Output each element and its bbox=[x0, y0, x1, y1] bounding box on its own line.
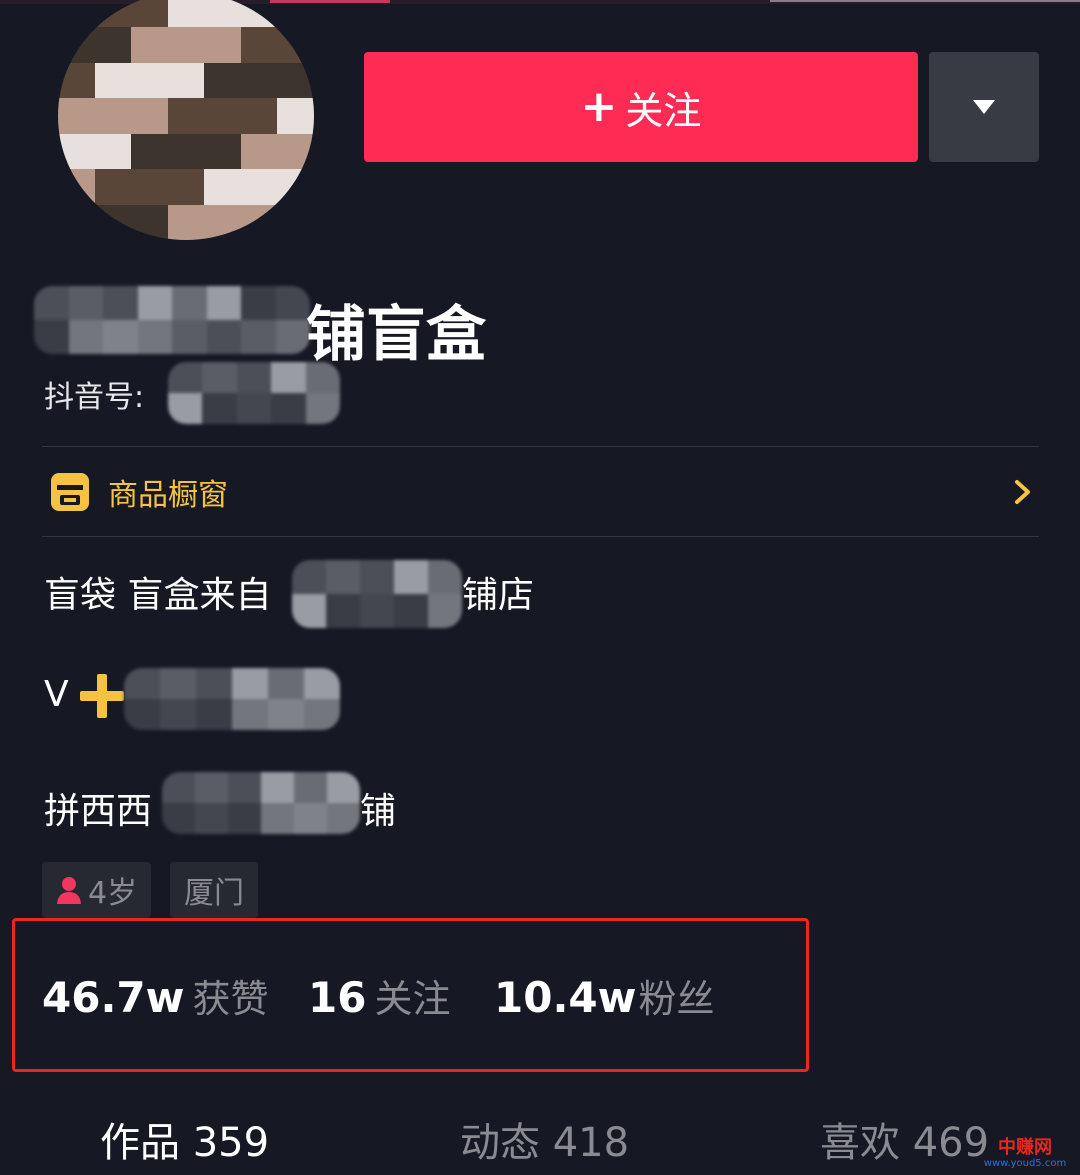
female-person-icon bbox=[57, 877, 81, 904]
follow-button-label: 关注 bbox=[625, 88, 702, 133]
city-tag: 厦门 bbox=[170, 862, 258, 918]
watermark-title: 中赚网 bbox=[998, 1137, 1052, 1158]
age-tag-label: 4岁 bbox=[88, 876, 138, 911]
bio-line-3-prefix: 拼西西 bbox=[44, 791, 153, 832]
shop-icon bbox=[51, 473, 89, 511]
tab-activity[interactable]: 动态 418 bbox=[460, 1110, 629, 1168]
douyin-id-label: 抖音号: bbox=[44, 380, 145, 415]
tab-works[interactable]: 作品 359 bbox=[100, 1110, 269, 1168]
city-tag-label: 厦门 bbox=[184, 876, 244, 911]
stat-following-label: 关注 bbox=[374, 977, 451, 1021]
tab-likes[interactable]: 喜欢 469 bbox=[820, 1110, 989, 1168]
divider bbox=[42, 536, 1039, 537]
stat-following-value: 16 bbox=[308, 973, 367, 1022]
bio-line-3-suffix: 铺 bbox=[360, 791, 397, 832]
profile-name: 铺盲盒 bbox=[306, 300, 486, 370]
bio-line-3-redaction bbox=[162, 772, 360, 834]
stat-likes: 46.7w 获赞 bbox=[42, 968, 268, 1023]
product-showcase-row[interactable]: 商品橱窗 bbox=[42, 448, 1039, 536]
stat-followers[interactable]: 10.4w粉丝 bbox=[494, 968, 714, 1023]
bio-line-1-redaction bbox=[292, 560, 462, 628]
stat-followers-label: 粉丝 bbox=[638, 977, 715, 1021]
stat-likes-label: 获赞 bbox=[192, 977, 269, 1021]
more-dropdown-button[interactable] bbox=[929, 52, 1039, 162]
plus-icon: + bbox=[580, 81, 618, 132]
age-tag: 4岁 bbox=[42, 862, 152, 918]
douyin-id-redaction bbox=[168, 362, 340, 424]
chevron-right-icon bbox=[1015, 480, 1030, 504]
follow-button[interactable]: + 关注 bbox=[364, 52, 918, 162]
bio-line-1-prefix: 盲袋 盲盒来自 bbox=[44, 575, 272, 616]
watermark: 中赚网 www.youd5.com bbox=[975, 1138, 1075, 1170]
product-showcase-label: 商品橱窗 bbox=[108, 478, 228, 513]
triangle-down-icon bbox=[973, 100, 995, 114]
stat-likes-value: 46.7w bbox=[42, 973, 185, 1022]
watermark-url: www.youd5.com bbox=[983, 1158, 1067, 1169]
avatar[interactable] bbox=[58, 0, 314, 240]
stat-followers-value: 10.4w bbox=[494, 973, 637, 1022]
bio-line-1-suffix: 铺店 bbox=[462, 575, 535, 616]
stat-following[interactable]: 16 关注 bbox=[308, 968, 450, 1023]
name-redaction bbox=[34, 286, 310, 354]
bio-line-2-redaction bbox=[124, 668, 340, 730]
plus-emoji-icon bbox=[80, 674, 124, 718]
bio-line-2-prefix: V bbox=[44, 674, 69, 715]
divider bbox=[42, 446, 1039, 447]
